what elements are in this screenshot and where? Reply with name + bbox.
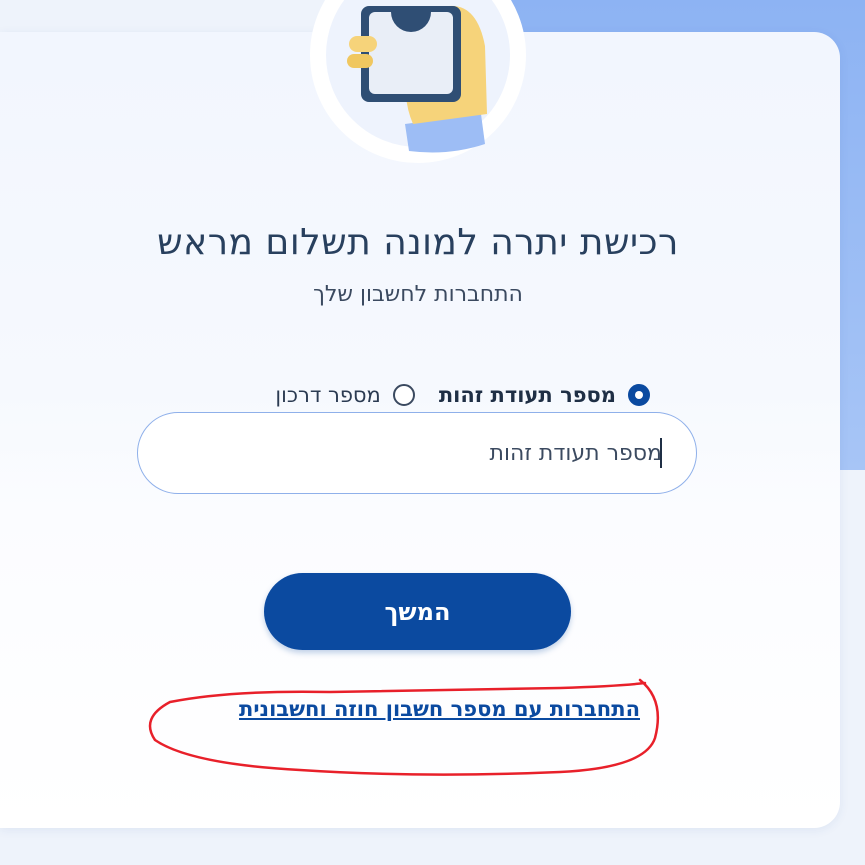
- radio-option-id-number[interactable]: מספר תעודת זהות: [439, 383, 650, 407]
- login-method-radio-group: מספר תעודת זהות מספר דרכון: [210, 377, 650, 413]
- alt-login-link[interactable]: התחברות עם מספר חשבון חוזה וחשבונית: [150, 697, 640, 721]
- page-subtitle: התחברות לחשבון שלך: [313, 282, 523, 307]
- radio-option-passport[interactable]: מספר דרכון: [275, 383, 415, 407]
- radio-unselected-icon[interactable]: [392, 384, 415, 406]
- text-caret: [660, 438, 662, 468]
- id-number-input[interactable]: [137, 412, 697, 494]
- continue-button[interactable]: המשך: [264, 573, 571, 650]
- radio-label-id-number: מספר תעודת זהות: [438, 383, 616, 407]
- radio-selected-icon[interactable]: [628, 384, 650, 406]
- hand-holding-phone-icon: [310, 0, 526, 163]
- page-title: רכישת יתרה למונה תשלום מראש: [157, 222, 679, 263]
- radio-label-passport: מספר דרכון: [275, 383, 381, 407]
